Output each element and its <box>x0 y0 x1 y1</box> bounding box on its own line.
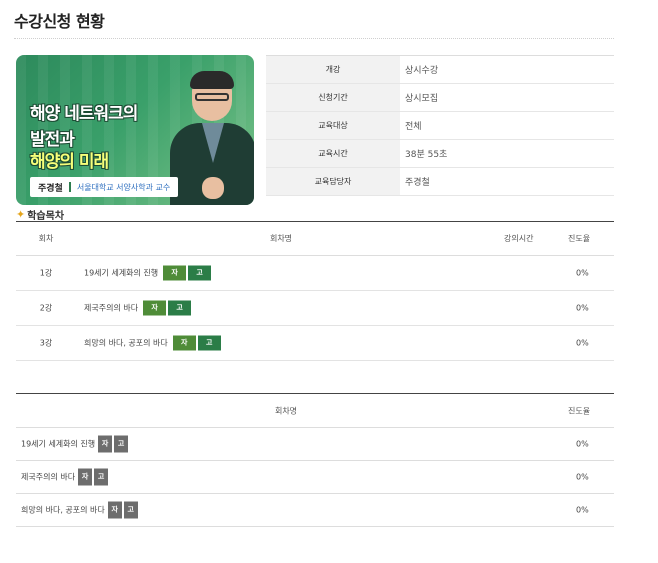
curriculum-table-compact: 회차명 진도율 19세기 세계화의 진행 자 고 0% 제국주의의 바다 자 고 0% … <box>16 393 614 527</box>
curriculum-label: 학습목차 <box>27 211 65 222</box>
presenter-affiliation: 서울대학교 서양사학과 교수 <box>76 182 171 192</box>
info-key: 개강 <box>266 56 400 83</box>
info-key: 교육담당자 <box>266 168 400 195</box>
title-divider <box>14 38 614 39</box>
lesson-name[interactable]: 제국주의의 바다 <box>21 473 75 482</box>
thumbnail-title-line-1: 해양 네트워크의 <box>30 104 138 124</box>
subtitle-badge[interactable]: 자 <box>107 501 122 519</box>
course-info-table: 개강 상시수강 신청기간 상시모집 교육대상 전체 교육시간 38분 55초 교… <box>266 55 614 196</box>
lesson-number: 3강 <box>39 338 53 348</box>
subtitle-badge[interactable]: 자 <box>163 265 187 281</box>
table-row: 희망의 바다, 공포의 바다 자 고 0% <box>16 494 614 527</box>
lesson-number: 1강 <box>39 268 53 278</box>
header-time: 강의시간 <box>504 234 534 243</box>
lesson-name-cell: 희망의 바다, 공포의 바다 자 고 <box>21 501 138 519</box>
lesson-name[interactable]: 제국주의의 바다 <box>84 304 138 313</box>
presenter-name: 주경철 <box>38 183 63 194</box>
table-header: 회차 회차명 강의시간 진도율 <box>16 222 614 256</box>
info-row-target: 교육대상 전체 <box>266 112 614 140</box>
thumbnail-title-line-3: 해양의 미래 <box>30 152 109 172</box>
info-value: 38분 55초 <box>405 150 448 160</box>
lesson-progress: 0% <box>576 303 589 313</box>
info-value: 상시모집 <box>405 94 439 104</box>
info-row-manager: 교육담당자 주경철 <box>266 168 614 196</box>
lesson-name[interactable]: 희망의 바다, 공포의 바다 <box>21 506 105 515</box>
high-quality-badge[interactable]: 고 <box>197 335 221 351</box>
table-row: 제국주의의 바다 자 고 0% <box>16 461 614 494</box>
info-row-period: 신청기간 상시모집 <box>266 84 614 112</box>
lesson-name[interactable]: 19세기 세계화의 진행 <box>84 269 158 278</box>
header-progress: 진도율 <box>568 234 591 243</box>
lesson-name-cell: 희망의 바다, 공포의 바다 자 고 <box>84 335 221 351</box>
lesson-name-cell: 19세기 세계화의 진행 자 고 <box>84 265 212 281</box>
lesson-name-cell: 제국주의의 바다 자 고 <box>84 300 192 316</box>
info-value: 주경철 <box>405 178 430 188</box>
info-row-duration: 교육시간 38분 55초 <box>266 140 614 168</box>
high-quality-badge[interactable]: 고 <box>123 501 138 519</box>
info-key: 교육시간 <box>266 140 400 167</box>
lesson-progress: 0% <box>576 505 589 515</box>
table-row: 19세기 세계화의 진행 자 고 0% <box>16 428 614 461</box>
table-row: 2강 제국주의의 바다 자 고 0% <box>16 291 614 326</box>
header-no: 회차 <box>38 234 54 243</box>
lesson-name[interactable]: 19세기 세계화의 진행 <box>21 440 95 449</box>
table-header: 회차명 진도율 <box>16 394 614 428</box>
high-quality-badge[interactable]: 고 <box>114 435 129 453</box>
high-quality-badge[interactable]: 고 <box>188 265 212 281</box>
high-quality-badge[interactable]: 고 <box>94 468 109 486</box>
lesson-progress: 0% <box>576 472 589 482</box>
info-key: 신청기간 <box>266 84 400 111</box>
lesson-name-cell: 제국주의의 바다 자 고 <box>21 468 109 486</box>
info-row-start: 개강 상시수강 <box>266 56 614 84</box>
subtitle-badge[interactable]: 자 <box>172 335 196 351</box>
table-row: 3강 희망의 바다, 공포의 바다 자 고 0% <box>16 326 614 361</box>
high-quality-badge[interactable]: 고 <box>168 300 192 316</box>
lesson-name-cell: 19세기 세계화의 진행 자 고 <box>21 435 129 453</box>
table-row: 1강 19세기 세계화의 진행 자 고 0% <box>16 256 614 291</box>
lesson-progress: 0% <box>576 338 589 348</box>
presenter-illustration <box>166 71 254 205</box>
page-title: 수강신청 현황 <box>14 12 105 31</box>
subtitle-badge[interactable]: 자 <box>143 300 167 316</box>
subtitle-badge[interactable]: 자 <box>98 435 113 453</box>
info-value: 상시수강 <box>405 66 439 76</box>
sparkle-icon: ✦ <box>16 208 26 221</box>
subtitle-badge[interactable]: 자 <box>78 468 93 486</box>
header-progress: 진도율 <box>568 406 591 415</box>
course-thumbnail[interactable]: 해양 네트워크의 발전과 해양의 미래 주경철 서울대학교 서양사학과 교수 <box>16 55 254 205</box>
lesson-name[interactable]: 희망의 바다, 공포의 바다 <box>84 339 168 348</box>
header-name: 회차명 <box>269 234 293 243</box>
curriculum-table: 회차 회차명 강의시간 진도율 1강 19세기 세계화의 진행 자 고 0% 2강 … <box>16 221 614 361</box>
presenter-nameplate: 주경철 서울대학교 서양사학과 교수 <box>30 177 179 197</box>
lesson-progress: 0% <box>576 439 589 449</box>
info-value: 전체 <box>405 122 422 132</box>
info-key: 교육대상 <box>266 112 400 139</box>
header-name: 회차명 <box>274 406 298 415</box>
curriculum-section-label: ✦ 학습목차 <box>16 207 64 222</box>
nameplate-divider <box>68 182 71 192</box>
lesson-number: 2강 <box>39 303 53 313</box>
lesson-progress: 0% <box>576 268 589 278</box>
